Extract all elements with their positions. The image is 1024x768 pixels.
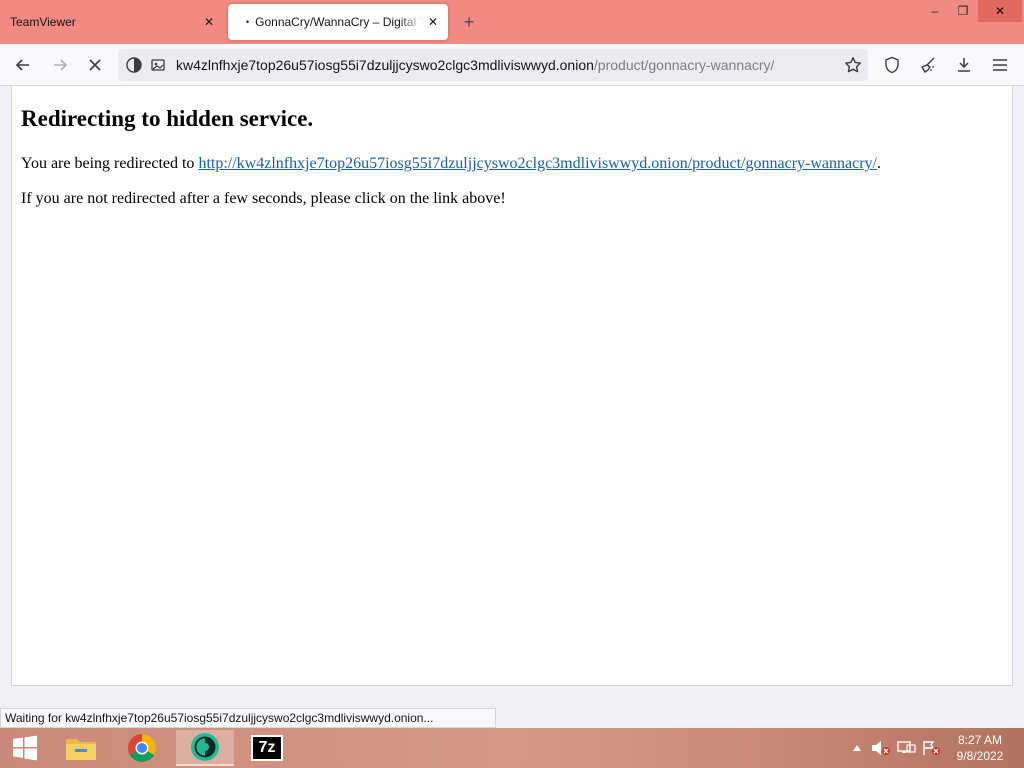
network-icon xyxy=(897,741,916,753)
start-button[interactable] xyxy=(0,728,50,768)
taskbar-file-explorer[interactable] xyxy=(52,730,110,766)
url-host: kw4zlnfhxje7top26u57iosg55i7dzuljjcyswo2… xyxy=(176,57,594,73)
chrome-icon xyxy=(128,734,156,762)
tab-gonnacry[interactable]: • GonnaCry/WannaCry – Digital Tor ✕ xyxy=(228,4,448,40)
volume-tray[interactable] xyxy=(870,728,892,768)
tab-strip: TeamViewer ✕ • GonnaCry/WannaCry – Digit… xyxy=(0,0,1024,44)
taskbar-chrome[interactable] xyxy=(113,730,171,766)
hamburger-menu-icon xyxy=(993,59,1007,71)
url-bar[interactable]: kw4zlnfhxje7top26u57iosg55i7dzuljjcyswo2… xyxy=(118,49,868,81)
network-tray[interactable] xyxy=(896,728,918,768)
flag-error-icon xyxy=(923,741,940,755)
new-tab-button[interactable]: + xyxy=(458,11,480,33)
clock-date: 9/8/2022 xyxy=(956,749,1004,763)
close-window-button[interactable]: ✕ xyxy=(978,0,1022,22)
menu-button[interactable] xyxy=(987,52,1013,78)
tab-title: GonnaCry/WannaCry – Digital Tor xyxy=(255,15,424,29)
minimize-button[interactable]: – xyxy=(920,0,950,22)
nav-bar: kw4zlnfhxje7top26u57iosg55i7dzuljjcyswo2… xyxy=(0,44,1024,86)
7zip-icon: 7z xyxy=(251,735,283,761)
download-icon xyxy=(958,58,970,72)
status-bar: Waiting for kw4zlnfhxje7top26u57iosg55i7… xyxy=(0,708,496,728)
broom-icon xyxy=(921,57,935,73)
taskbar-7zip[interactable]: 7z xyxy=(238,730,296,766)
forward-button[interactable] xyxy=(47,52,73,78)
action-center-tray[interactable] xyxy=(920,728,942,768)
arrow-left-icon xyxy=(15,59,29,71)
page-content: Redirecting to hidden service. You are b… xyxy=(11,86,1013,686)
star-icon xyxy=(845,57,861,73)
onion-icon[interactable] xyxy=(122,53,146,77)
restore-button[interactable]: ❐ xyxy=(948,0,978,22)
bookmark-button[interactable] xyxy=(840,52,866,78)
back-button[interactable] xyxy=(10,52,36,78)
shield-button[interactable] xyxy=(879,52,905,78)
arrow-right-icon xyxy=(54,59,68,71)
close-icon xyxy=(89,59,101,71)
redirect-link[interactable]: http://kw4zlnfhxje7top26u57iosg55i7dzulj… xyxy=(198,155,877,172)
tab-title: TeamViewer xyxy=(10,15,76,29)
speaker-muted-icon xyxy=(872,741,890,755)
url-path: /product/gonnacry-wannacry/ xyxy=(593,57,775,73)
system-clock[interactable]: 8:27 AM 9/8/2022 xyxy=(944,732,1016,764)
tab-teamviewer[interactable]: TeamViewer ✕ xyxy=(0,4,224,40)
page-info-icon[interactable] xyxy=(146,53,170,77)
redirect-message: You are being redirected to http://kw4zl… xyxy=(21,155,881,173)
new-identity-button[interactable] xyxy=(915,52,941,78)
show-hidden-icons-button[interactable] xyxy=(850,728,864,768)
windows-logo-icon xyxy=(13,735,37,761)
loading-dot: • xyxy=(246,17,250,27)
clock-time: 8:27 AM xyxy=(957,733,1003,747)
taskbar: 7z 8:27 AM 9/8/2022 xyxy=(0,728,1024,768)
stop-button[interactable] xyxy=(82,52,108,78)
folder-icon xyxy=(66,739,96,760)
chevron-up-icon xyxy=(853,745,861,751)
page-heading: Redirecting to hidden service. xyxy=(21,106,314,131)
redirect-suffix: . xyxy=(877,155,881,172)
tor-browser-icon xyxy=(191,733,219,761)
redirect-prefix: You are being redirected to xyxy=(21,155,199,172)
shield-icon xyxy=(885,56,899,74)
taskbar-tor-browser[interactable] xyxy=(176,730,234,766)
downloads-button[interactable] xyxy=(951,52,977,78)
close-icon[interactable]: ✕ xyxy=(424,13,442,31)
close-icon[interactable]: ✕ xyxy=(200,13,218,31)
fallback-message: If you are not redirected after a few se… xyxy=(21,190,506,207)
url-text[interactable]: kw4zlnfhxje7top26u57iosg55i7dzuljjcyswo2… xyxy=(176,57,774,73)
